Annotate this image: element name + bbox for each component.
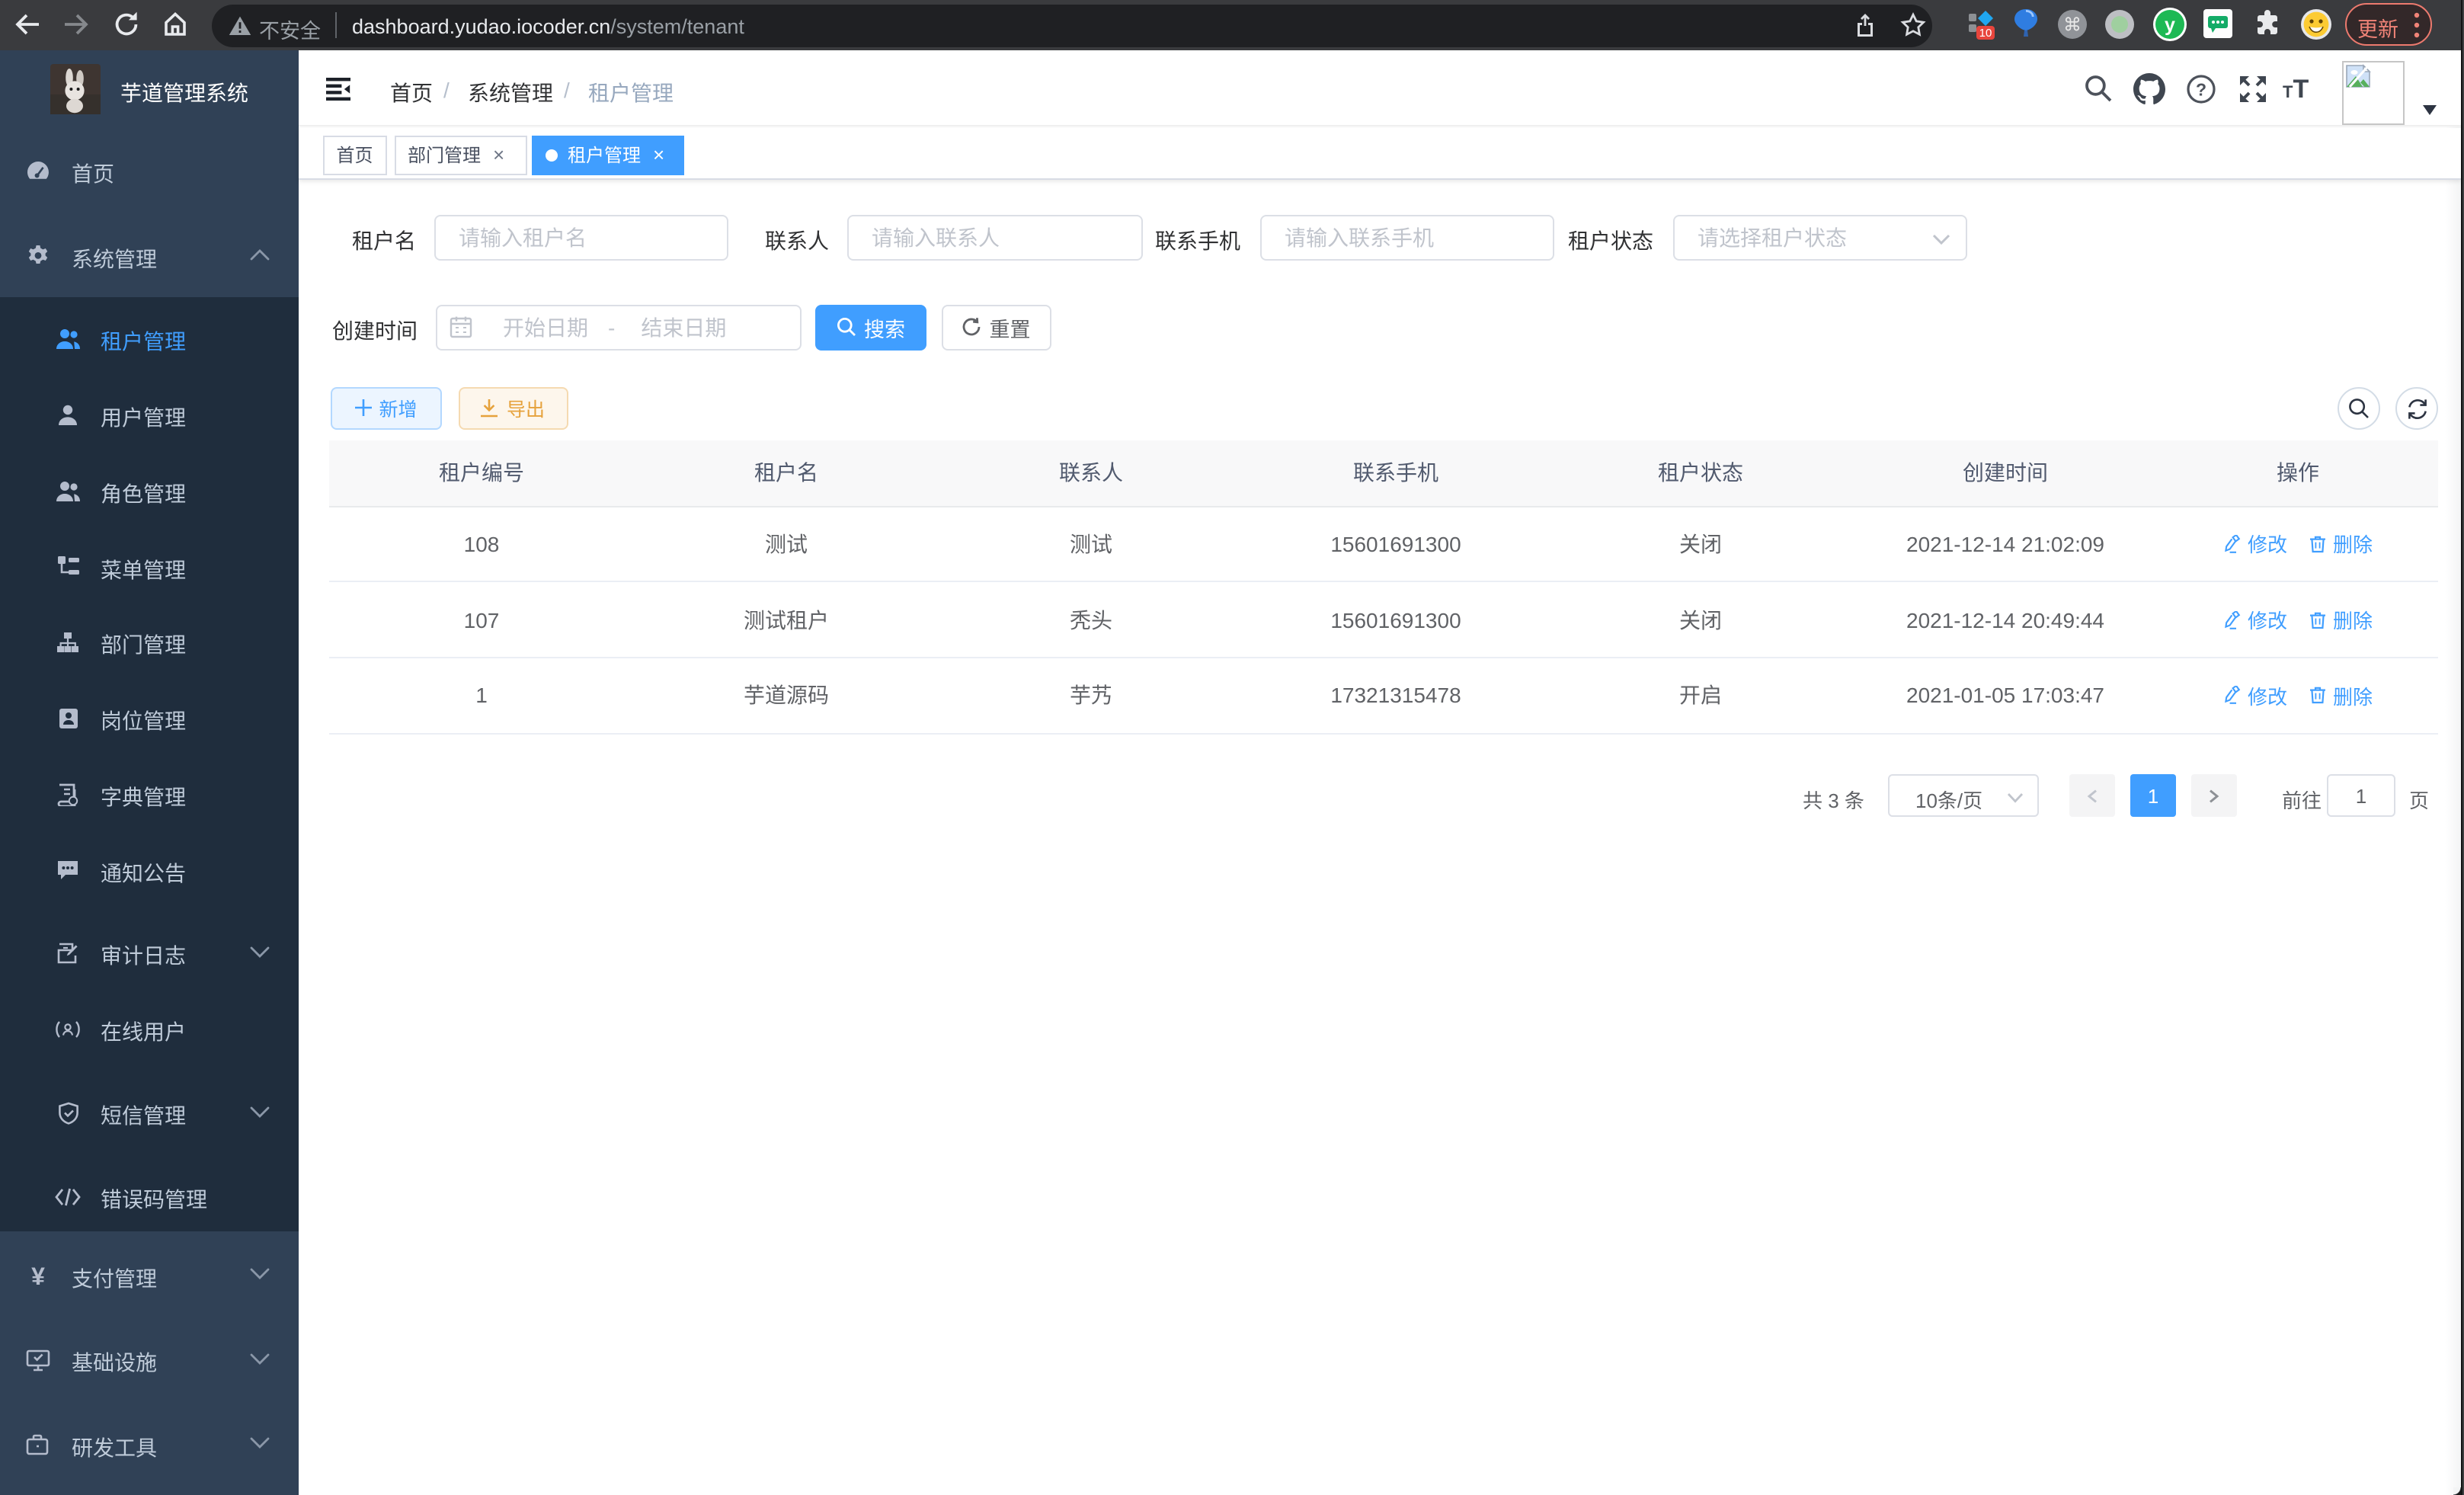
svg-text:10: 10 xyxy=(1979,27,1992,40)
svg-text:¥: ¥ xyxy=(30,1263,44,1288)
svg-text:?: ? xyxy=(2196,80,2206,100)
svg-text:⌘: ⌘ xyxy=(2063,14,2082,35)
svg-text:y: y xyxy=(2165,14,2175,36)
